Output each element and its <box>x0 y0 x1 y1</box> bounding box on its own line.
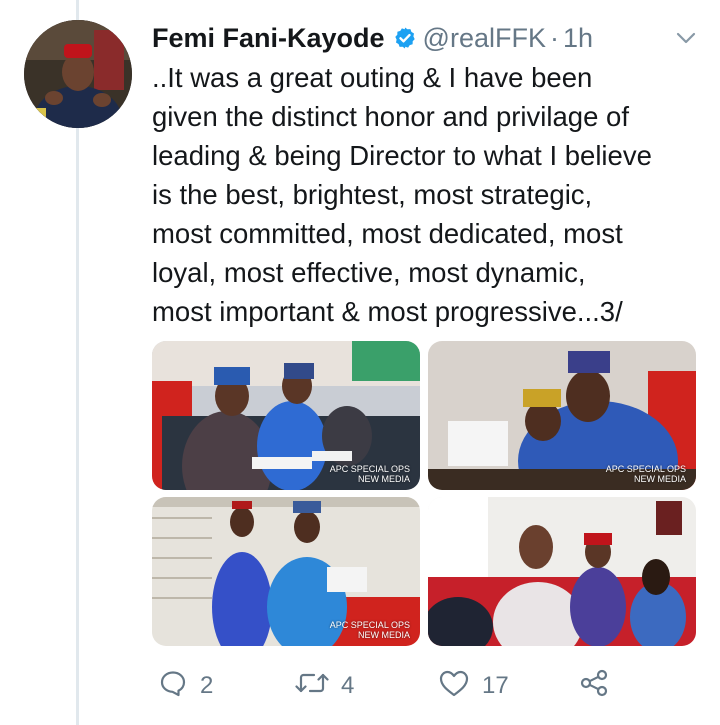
photo-watermark: APC SPECIAL OPS NEW MEDIA <box>329 620 410 640</box>
share-icon <box>578 668 610 703</box>
reply-count: 2 <box>200 671 214 699</box>
like-button[interactable]: 17 <box>438 668 509 703</box>
share-button[interactable] <box>578 668 610 703</box>
tweet-photo-2[interactable]: APC SPECIAL OPS NEW MEDIA <box>428 341 696 490</box>
chevron-down-icon[interactable] <box>672 24 700 59</box>
author-handle[interactable]: @realFFK <box>423 23 546 54</box>
separator-dot: · <box>549 22 559 53</box>
retweet-icon <box>295 668 329 703</box>
author-name[interactable]: Femi Fani-Kayode <box>152 23 385 54</box>
tweet-actions: 2 4 17 <box>152 668 672 708</box>
reply-button[interactable]: 2 <box>158 668 213 703</box>
reply-icon <box>158 668 188 703</box>
verified-badge-icon <box>393 26 417 50</box>
tweet-photo-4[interactable] <box>428 497 696 646</box>
tweet-timestamp[interactable]: 1h <box>563 23 593 54</box>
photo-watermark: APC SPECIAL OPS NEW MEDIA <box>605 464 686 484</box>
photo-watermark: APC SPECIAL OPS NEW MEDIA <box>329 464 410 484</box>
avatar-image <box>24 20 132 128</box>
tweet-photo-1[interactable]: APC SPECIAL OPS NEW MEDIA <box>152 341 420 490</box>
avatar[interactable] <box>24 20 132 128</box>
like-icon <box>438 668 470 703</box>
tweet-header: Femi Fani-Kayode @realFFK · 1h <box>152 18 700 58</box>
like-count: 17 <box>482 671 509 699</box>
photo-image <box>428 497 696 646</box>
tweet-text: ..It was a great outing & I have been gi… <box>152 62 652 327</box>
retweet-count: 4 <box>341 671 355 699</box>
tweet-photo-3[interactable]: APC SPECIAL OPS NEW MEDIA <box>152 497 420 646</box>
retweet-button[interactable]: 4 <box>295 668 354 703</box>
